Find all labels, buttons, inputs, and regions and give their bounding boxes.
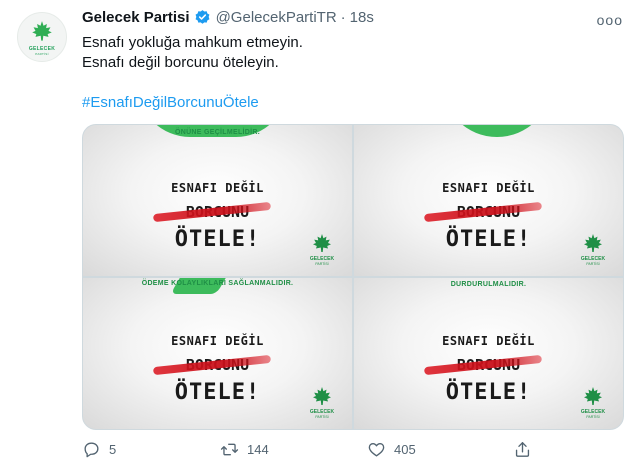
poster-top-text: DURDURULMALIDIR. <box>450 281 527 288</box>
separator-dot: · <box>340 9 346 26</box>
maple-leaf-icon <box>313 234 331 252</box>
reply-button[interactable]: 5 <box>82 440 116 459</box>
retweet-button[interactable]: 144 <box>220 440 269 459</box>
more-icon[interactable]: ooo <box>597 12 623 28</box>
media-image-2[interactable]: ESNAFI DEĞİL BORCUNU ÖTELE! GELECEK PART… <box>354 125 623 276</box>
media-image-3[interactable]: ÖDEME KOLAYLIKLARI SAĞLANMALIDIR. ESNAFI… <box>83 278 352 429</box>
author-handle[interactable]: @GelecekPartiTR <box>216 9 337 26</box>
poster-top-text: ÖDEME KOLAYLIKLARI SAĞLANMALIDIR. <box>141 280 294 287</box>
media-grid: ÖNÜNE GEÇİLMELİDİR. ESNAFI DEĞİL BORCUNU… <box>82 124 624 430</box>
poster-logo: GELECEK PARTİSİ <box>579 232 607 266</box>
share-button[interactable] <box>513 440 540 459</box>
poster-logo: GELECEK PARTİSİ <box>579 385 607 419</box>
poster-top-text: ÖNÜNE GEÇİLMELİDİR. <box>174 129 261 136</box>
share-icon <box>515 442 530 457</box>
reply-icon <box>84 442 99 458</box>
tweet-header: Gelecek Partisi @GelecekPartiTR · 18s <box>82 9 374 26</box>
poster-logo-sub: PARTİSİ <box>586 262 600 266</box>
like-button[interactable]: 405 <box>367 440 416 459</box>
like-icon <box>368 442 385 457</box>
retweet-count: 144 <box>247 442 269 457</box>
tweet-text-line-1: Esnafı yokluğa mahkum etmeyin. <box>82 34 303 51</box>
poster-logo: GELECEK PARTİSİ <box>308 232 336 266</box>
reply-count: 5 <box>109 442 117 457</box>
retweet-icon <box>220 443 239 456</box>
action-bar: 5 144 405 <box>82 440 542 462</box>
tweet-time[interactable]: 18s <box>350 9 374 26</box>
poster-logo-sub: PARTİSİ <box>586 415 600 419</box>
poster-logo-sub: PARTİSİ <box>315 262 329 266</box>
media-image-4[interactable]: DURDURULMALIDIR. ESNAFI DEĞİL BORCUNU ÖT… <box>354 278 623 429</box>
avatar-brand-sub: PARTİSİ <box>35 51 49 56</box>
like-count: 405 <box>394 442 416 457</box>
poster-line-2-wrap: BORCUNU <box>354 201 623 223</box>
media-image-1[interactable]: ÖNÜNE GEÇİLMELİDİR. ESNAFI DEĞİL BORCUNU… <box>83 125 352 276</box>
verified-badge-icon <box>195 10 210 24</box>
poster-line-1: ESNAFI DEĞİL <box>171 181 264 195</box>
poster-line-2-wrap: BORCUNU <box>83 354 352 376</box>
poster-line-1: ESNAFI DEĞİL <box>171 334 264 348</box>
avatar[interactable]: GELECEK PARTİSİ <box>17 12 67 62</box>
poster-line-1: ESNAFI DEĞİL <box>442 181 535 195</box>
author-name[interactable]: Gelecek Partisi <box>82 9 190 26</box>
maple-leaf-icon <box>584 387 602 405</box>
tweet-text: Esnafı yokluğa mahkum etmeyin. Esnafı de… <box>82 33 303 73</box>
poster-line-2-wrap: BORCUNU <box>354 354 623 376</box>
poster-logo: GELECEK PARTİSİ <box>308 385 336 419</box>
poster-line-2-wrap: BORCUNU <box>83 201 352 223</box>
poster-line-1: ESNAFI DEĞİL <box>442 334 535 348</box>
tweet[interactable]: GELECEK PARTİSİ Gelecek Partisi @Gelecek… <box>0 0 640 470</box>
hashtag-link[interactable]: #EsnafıDeğilBorcunuÖtele <box>82 94 259 111</box>
maple-leaf-icon <box>584 234 602 252</box>
green-shape <box>442 125 552 137</box>
tweet-text-line-2: Esnafı değil borcunu öteleyin. <box>82 54 279 71</box>
maple-leaf-icon <box>32 20 52 41</box>
poster-logo-sub: PARTİSİ <box>315 415 329 419</box>
maple-leaf-icon <box>313 387 331 405</box>
